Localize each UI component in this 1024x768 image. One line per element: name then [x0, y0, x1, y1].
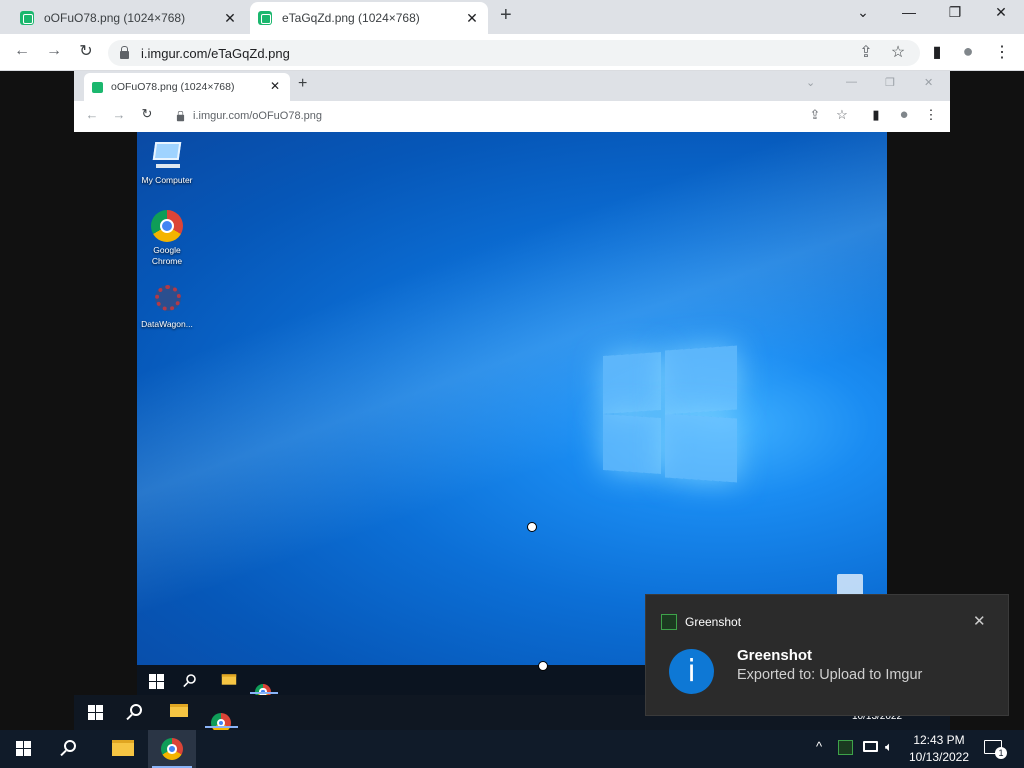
inner-forward-icon: →: [112, 107, 126, 122]
greenshot-app-icon: [661, 614, 677, 630]
search-icon: [130, 704, 142, 716]
icon-label: My Computer: [141, 175, 193, 185]
forward-button[interactable]: →: [44, 42, 64, 60]
tab-search-button[interactable]: ⌄: [851, 4, 875, 21]
inner-taskbar-small: [137, 665, 645, 700]
notification-close-button[interactable]: ✕: [973, 612, 986, 630]
url-text: i.imgur.com/eTaGqZd.png: [141, 45, 290, 61]
chrome-icon: [151, 210, 183, 242]
search-button[interactable]: [64, 740, 76, 752]
computer-icon: [150, 138, 184, 172]
inner-lock-icon: [176, 110, 185, 122]
inner-menu-icon: ⋮: [924, 107, 938, 122]
search-icon: [186, 674, 196, 684]
inner-new-tab-icon: +: [298, 75, 308, 92]
inner-minimize-icon: —: [846, 76, 857, 88]
greenshot-notification[interactable]: Greenshot ✕ i Greenshot Exported to: Upl…: [645, 594, 1009, 716]
share-icon[interactable]: ⇪: [856, 42, 876, 62]
back-button[interactable]: ←: [12, 42, 32, 60]
notification-app-name: Greenshot: [685, 615, 742, 629]
inner-tab-oofuo78: oOFuO78.png (1024×768) ✕: [84, 73, 290, 101]
greenshot-tray-icon[interactable]: [838, 740, 853, 755]
mouse-cursor-icon: [538, 661, 548, 671]
lock-icon: [120, 46, 129, 59]
profile-avatar-icon[interactable]: ●: [958, 41, 978, 62]
clock-time: 12:43 PM: [913, 733, 965, 747]
inner-back-icon: ←: [85, 107, 99, 122]
inner-bookmark-icon: ☆: [836, 107, 848, 122]
network-icon[interactable]: [863, 741, 878, 752]
tab-close-icon: ✕: [269, 79, 280, 93]
icon-label: DataWagon...: [141, 319, 193, 329]
notification-title: Greenshot: [737, 647, 813, 664]
start-icon: [88, 705, 103, 720]
tab-title: eTaGqZd.png (1024×768): [282, 11, 420, 25]
imgur-favicon: [92, 81, 103, 93]
inner-side-panel-icon: ▮: [872, 107, 880, 122]
active-indicator: [205, 726, 238, 728]
address-bar[interactable]: i.imgur.com/eTaGqZd.png: [108, 40, 920, 66]
chrome-taskbar-button[interactable]: [148, 730, 196, 768]
zoom-cursor-icon: [527, 522, 537, 532]
reload-button[interactable]: ↻: [76, 41, 96, 61]
icon-label: Google Chrome: [151, 245, 183, 266]
recycle-bin-icon: [837, 574, 863, 596]
start-icon: [149, 674, 164, 689]
action-center-icon[interactable]: 1: [984, 740, 1007, 759]
menu-icon[interactable]: ⋮: [992, 42, 1012, 62]
windows-logo: [603, 344, 739, 484]
tab-close-icon[interactable]: ✕: [222, 10, 238, 27]
datawagon-icon: [150, 282, 184, 316]
outer-tab-etagqzd[interactable]: eTaGqZd.png (1024×768) ✕: [250, 2, 488, 34]
inner-profile-icon: ●: [899, 106, 909, 123]
new-tab-button[interactable]: +: [500, 4, 512, 27]
inner-taskbar-tray: [646, 716, 950, 730]
light-beam: [137, 132, 887, 665]
info-icon: i: [669, 649, 714, 694]
inner-tab-search-icon: ⌄: [806, 77, 816, 89]
clock-date: 10/13/2022: [908, 750, 970, 764]
restore-button[interactable]: ❐: [943, 4, 967, 21]
notification-count-badge: 1: [995, 747, 1007, 759]
desktop-icon-google-chrome: Google Chrome: [137, 210, 197, 267]
inner-address-bar: i.imgur.com/oOFuO78.png: [166, 105, 850, 127]
file-explorer-icon: [221, 674, 237, 685]
file-explorer-icon: [170, 704, 188, 717]
active-indicator: [250, 692, 278, 694]
tab-close-icon[interactable]: ✕: [464, 10, 480, 27]
minimize-button[interactable]: —: [897, 4, 921, 20]
inner-reload-icon: ↻: [141, 106, 153, 121]
tab-title: oOFuO78.png (1024×768): [111, 81, 235, 93]
inner-restore-icon: ❐: [885, 77, 895, 89]
file-explorer-button[interactable]: [112, 740, 134, 756]
imgur-favicon: [20, 11, 34, 25]
imgur-favicon: [258, 11, 272, 25]
desktop-icon-my-computer: My Computer: [137, 138, 197, 186]
system-clock[interactable]: 12:43 PM 10/13/2022: [904, 732, 974, 766]
start-button[interactable]: [16, 741, 31, 756]
side-panel-icon[interactable]: ▮: [927, 42, 947, 62]
inner-share-icon: ⇪: [809, 107, 821, 122]
inner-close-icon: ✕: [924, 77, 934, 89]
taskbar: ^ 🔈︎ 12:43 PM 10/13/2022 1: [0, 730, 1024, 768]
show-hidden-icons-button[interactable]: ^: [816, 739, 822, 754]
close-window-button[interactable]: ✕: [989, 4, 1013, 21]
outer-tab-oofuo78[interactable]: oOFuO78.png (1024×768) ✕: [12, 2, 246, 34]
bookmark-star-icon[interactable]: ☆: [888, 42, 908, 62]
chrome-icon: [161, 738, 183, 760]
desktop-screenshot[interactable]: My Computer Google Chrome DataWagon...: [137, 132, 887, 665]
volume-icon[interactable]: 🔈︎: [885, 739, 893, 755]
tab-title: oOFuO78.png (1024×768): [44, 11, 186, 25]
desktop-icon-datawagon: DataWagon...: [137, 282, 197, 330]
notification-message: Exported to: Upload to Imgur: [737, 667, 923, 683]
inner-taskbar-medium: [74, 695, 646, 733]
inner-url-text: i.imgur.com/oOFuO78.png: [193, 110, 323, 122]
